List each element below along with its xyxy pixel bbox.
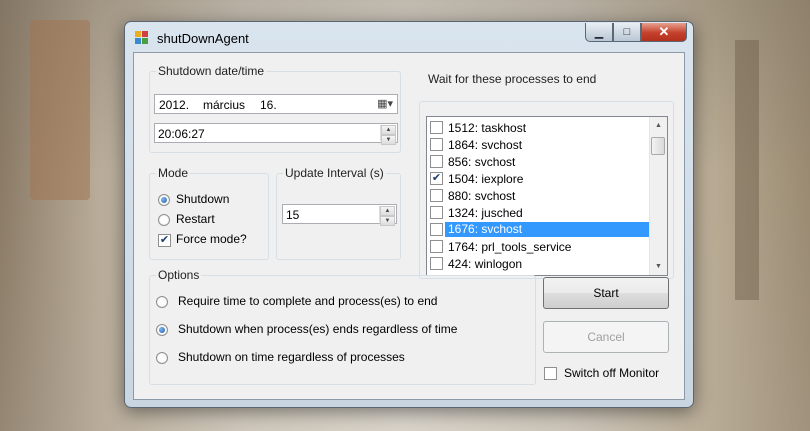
update-interval-label: Update Interval (s) [283, 166, 386, 180]
process-checkbox[interactable]: ✔ [430, 172, 443, 185]
list-item[interactable]: ✔ 1504: iexplore [427, 170, 649, 187]
scroll-down-icon[interactable]: ▼ [650, 258, 667, 275]
interval-spinner[interactable]: ▲ ▼ [379, 206, 395, 226]
process-list-scrollbar[interactable]: ▲ ▼ [649, 117, 667, 275]
date-month: március [203, 98, 246, 112]
start-button[interactable]: Start [543, 277, 669, 309]
process-checkbox[interactable] [430, 206, 443, 219]
option-process-end-radio[interactable] [156, 324, 168, 336]
date-day: 16. [260, 98, 277, 112]
spin-up-icon[interactable]: ▲ [381, 125, 396, 135]
mode-shutdown-radio[interactable] [158, 194, 170, 206]
scroll-thumb[interactable] [651, 137, 665, 155]
process-label: 424: winlogon [448, 257, 523, 271]
maximize-button[interactable]: □ [613, 23, 641, 42]
force-mode-checkbox[interactable]: ✔ [158, 234, 171, 247]
client-area: Shutdown date/time 2012. március 16. ▦▾ … [133, 52, 685, 400]
shutdown-datetime-label: Shutdown date/time [156, 64, 267, 78]
option-on-time-radio[interactable] [156, 352, 168, 364]
update-interval-field[interactable]: 15 ▲ ▼ [282, 204, 397, 226]
options-label: Options [156, 268, 202, 282]
date-year: 2012. [159, 98, 190, 112]
minimize-button[interactable]: ▁ [585, 23, 613, 42]
mode-restart-label[interactable]: Restart [176, 212, 215, 226]
close-button[interactable]: ✕ [641, 23, 687, 42]
process-label: 1504: iexplore [448, 172, 524, 186]
option-on-time-label[interactable]: Shutdown on time regardless of processes [178, 350, 405, 364]
force-mode-label[interactable]: Force mode? [176, 232, 247, 246]
spin-down-icon[interactable]: ▼ [381, 135, 396, 145]
date-picker[interactable]: 2012. március 16. ▦▾ [154, 94, 398, 114]
process-checkbox[interactable] [430, 155, 443, 168]
spin-down-icon[interactable]: ▼ [380, 216, 395, 226]
process-checkbox[interactable] [430, 138, 443, 151]
process-label: 1512: taskhost [448, 121, 527, 135]
process-checkbox[interactable] [430, 121, 443, 134]
switch-off-monitor-label[interactable]: Switch off Monitor [564, 366, 659, 380]
process-label: 1676: svchost [445, 222, 649, 237]
list-item[interactable]: 1764: prl_tools_service [427, 238, 649, 255]
window-title: shutDownAgent [157, 31, 249, 46]
scroll-up-icon[interactable]: ▲ [650, 117, 667, 134]
time-value: 20:06:27 [158, 127, 205, 141]
list-item[interactable]: 1864: svchost [427, 136, 649, 153]
time-field[interactable]: 20:06:27 ▲ ▼ [154, 123, 398, 145]
update-interval-value: 15 [286, 208, 300, 222]
process-label: 880: svchost [448, 189, 516, 203]
title-bar[interactable]: shutDownAgent ▁ □ ✕ [125, 22, 693, 52]
background-door [30, 20, 90, 200]
process-label: 1864: svchost [448, 138, 523, 152]
process-label: 1764: prl_tools_service [448, 240, 572, 254]
minimize-icon: ▁ [594, 26, 604, 39]
app-window: shutDownAgent ▁ □ ✕ Shutdown date/time 2… [124, 21, 694, 408]
list-item[interactable]: 1512: taskhost [427, 119, 649, 136]
list-item[interactable]: 880: svchost [427, 187, 649, 204]
option-require-radio[interactable] [156, 296, 168, 308]
option-require-label[interactable]: Require time to complete and process(es)… [178, 294, 437, 308]
close-icon: ✕ [658, 24, 670, 39]
process-label: 1324: jusched [448, 206, 523, 220]
process-checkbox[interactable] [430, 189, 443, 202]
maximize-icon: □ [623, 26, 631, 38]
list-item-selected[interactable]: 1676: svchost [427, 221, 649, 238]
cancel-button[interactable]: Cancel [543, 321, 669, 353]
calendar-dropdown-icon[interactable]: ▦▾ [377, 97, 393, 110]
mode-shutdown-label[interactable]: Shutdown [176, 192, 229, 206]
list-item[interactable]: 424: winlogon [427, 255, 649, 272]
process-checkbox[interactable] [430, 240, 443, 253]
switch-off-monitor-checkbox[interactable] [544, 367, 557, 380]
window-controls: ▁ □ ✕ [585, 23, 687, 42]
list-item[interactable]: 856: svchost [427, 153, 649, 170]
list-item[interactable]: 1324: jusched [427, 204, 649, 221]
processes-label: Wait for these processes to end [426, 72, 599, 86]
process-list[interactable]: 1512: taskhost 1864: svchost 856: svchos… [426, 116, 668, 276]
spin-up-icon[interactable]: ▲ [380, 206, 395, 216]
process-checkbox[interactable] [430, 257, 443, 270]
time-spinner[interactable]: ▲ ▼ [380, 125, 396, 145]
app-icon [135, 31, 149, 45]
mode-label: Mode [156, 166, 191, 180]
mode-restart-radio[interactable] [158, 214, 170, 226]
process-checkbox[interactable] [430, 223, 443, 236]
option-process-end-label[interactable]: Shutdown when process(es) ends regardles… [178, 322, 457, 336]
background-post [735, 40, 759, 300]
process-label: 856: svchost [448, 155, 516, 169]
